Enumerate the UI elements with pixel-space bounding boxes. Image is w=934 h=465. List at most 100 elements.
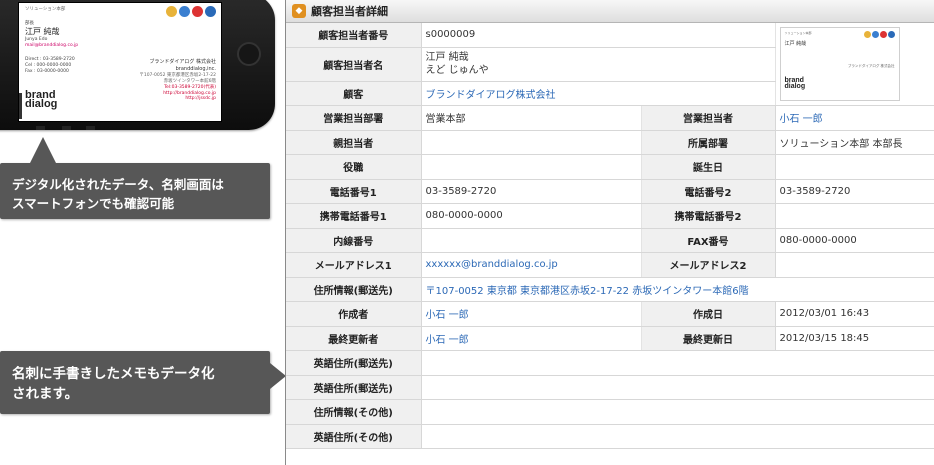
card-contact: Direct : 03-3589-2720 Cel : 000-0000-000… — [25, 57, 75, 75]
card-direct: Direct : 03-3589-2720 — [25, 57, 75, 62]
field-value — [421, 154, 642, 180]
table-row: 最終更新者 小石 一郎 最終更新日 2012/03/15 18:45 — [286, 326, 934, 351]
field-label: 顧客担当者番号 — [286, 23, 422, 48]
callout-memo-line: 名刺に手書きしたメモもデータ化 — [12, 366, 215, 382]
card-logos — [166, 6, 216, 17]
table-row: 内線番号 FAX番号 080-0000-0000 — [286, 228, 934, 253]
field-label: FAX番号 — [641, 228, 776, 253]
thumb-logos — [863, 31, 895, 38]
table-row: 顧客担当者番号 s0000009 ソリューション本部 江戸 純哉 ブランドダイア… — [286, 23, 934, 106]
smartphone: ソリューション本部 部長 江戸 純哉 Junya Edo mail@brandd… — [0, 0, 275, 130]
thumb-name: 江戸 純哉 — [784, 41, 807, 47]
field-value — [421, 130, 642, 155]
field-label: メールアドレス2 — [641, 252, 776, 278]
card-strip — [19, 93, 22, 119]
table-row: 作成者 小石 一郎 作成日 2012/03/01 16:43 — [286, 301, 934, 327]
field-value: 080-0000-0000 — [421, 203, 642, 229]
field-value — [421, 399, 934, 425]
contact-name: 江戸 純哉 — [425, 52, 469, 63]
certification-logo-icon — [863, 31, 871, 38]
field-label: 役職 — [286, 154, 422, 180]
field-label: 最終更新日 — [641, 326, 776, 351]
panel-header: ◆ 顧客担当者詳細 — [286, 0, 934, 23]
field-value — [421, 375, 934, 400]
certification-logo-icon — [871, 31, 879, 38]
certification-logo-icon — [179, 6, 190, 17]
field-label: 作成日 — [641, 301, 776, 327]
field-value: 2012/03/15 18:45 — [775, 326, 934, 351]
card-name-ja: 江戸 純哉 — [25, 27, 60, 36]
table-row: 住所情報(その他) — [286, 399, 934, 425]
table-row: 営業担当部署 営業本部 営業担当者 小石 一郎 — [286, 105, 934, 131]
panel-title: 顧客担当者詳細 — [311, 5, 388, 18]
callout-digital: デジタル化されたデータ、名刺画面は スマートフォンでも確認可能 — [0, 137, 270, 219]
updater-link[interactable]: 小石 一郎 — [421, 326, 642, 351]
field-label: 親担当者 — [286, 130, 422, 155]
customer-link[interactable]: ブランドダイアログ株式会社 — [421, 81, 776, 106]
table-row: 電話番号1 03-3589-2720 電話番号2 03-3589-2720 — [286, 179, 934, 204]
card-fax: Fax : 03-0000-0000 — [25, 68, 69, 74]
field-value — [775, 203, 934, 229]
contact-name-kana: えど じゅんや — [425, 65, 489, 76]
callout-digital-line: デジタル化されたデータ、名刺画面は — [12, 177, 224, 192]
field-value: 03-3589-2720 — [421, 179, 642, 204]
field-label: メールアドレス1 — [286, 252, 422, 278]
detail-table: 顧客担当者番号 s0000009 ソリューション本部 江戸 純哉 ブランドダイア… — [286, 23, 934, 449]
table-row: 英語住所(郵送先) — [286, 375, 934, 400]
brand-logo-line: dialog — [25, 98, 58, 110]
certification-logo-icon — [205, 6, 216, 17]
field-label: 所属部署 — [641, 130, 776, 155]
field-label: 英語住所(その他) — [286, 424, 422, 449]
phone-tick — [86, 126, 95, 130]
contact-detail-panel: ◆ 顧客担当者詳細 顧客担当者番号 s0000009 ソリューション本部 江戸 … — [285, 0, 934, 465]
field-value — [775, 154, 934, 180]
callout-digital-line: スマートフォンでも確認可能 — [12, 196, 175, 211]
field-value: 営業本部 — [421, 105, 642, 131]
field-value — [775, 252, 934, 278]
certification-logo-icon — [166, 6, 177, 17]
field-label: 誕生日 — [641, 154, 776, 180]
field-label: 最終更新者 — [286, 326, 422, 351]
field-value: s0000009 — [421, 23, 776, 48]
home-button-icon — [237, 42, 261, 66]
creator-link[interactable]: 小石 一郎 — [421, 301, 642, 327]
certification-logo-icon — [879, 31, 887, 38]
field-label: 住所情報(郵送先) — [286, 277, 422, 302]
certification-logo-icon — [192, 6, 203, 17]
card-thumbnail[interactable]: ソリューション本部 江戸 純哉 ブランドダイアログ 株式会社 brand dia… — [779, 27, 900, 101]
table-row: 親担当者 所属部署 ソリューション本部 本部長 — [286, 130, 934, 155]
field-value: 03-3589-2720 — [775, 179, 934, 204]
thumb-company: ブランドダイアログ 株式会社 — [847, 64, 895, 68]
card-department: ソリューション本部 — [25, 7, 66, 12]
field-value: 江戸 純哉 えど じゅんや — [421, 47, 776, 82]
email-link[interactable]: xxxxxx@branddialog.co.jp — [421, 252, 642, 278]
card-thumbnail-cell: ソリューション本部 江戸 純哉 ブランドダイアログ 株式会社 brand dia… — [775, 23, 934, 106]
table-row: 英語住所(その他) — [286, 424, 934, 449]
table-row: メールアドレス1 xxxxxx@branddialog.co.jp メールアドレ… — [286, 252, 934, 278]
field-label: 顧客 — [286, 81, 422, 106]
card-company-ja: ブランドダイアログ 株式会社 — [149, 59, 216, 65]
field-label: 営業担当者 — [641, 105, 776, 131]
sales-rep-link[interactable]: 小石 一郎 — [775, 105, 934, 131]
certification-logo-icon — [887, 31, 895, 38]
callout-memo-line: されます。 — [12, 386, 79, 402]
field-value — [421, 228, 642, 253]
card-company: ブランドダイアログ 株式会社 branddialog,inc. — [149, 59, 216, 72]
field-label: 電話番号1 — [286, 179, 422, 204]
card-email: mail@branddialog.co.jp — [25, 43, 79, 48]
business-card: ソリューション本部 部長 江戸 純哉 Junya Edo mail@brandd… — [19, 3, 221, 121]
field-label: 住所情報(その他) — [286, 399, 422, 425]
field-label: 英語住所(郵送先) — [286, 375, 422, 400]
card-cel: Cel : 000-0000-0000 — [25, 62, 72, 68]
address-link[interactable]: 〒107-0052 東京都 東京都港区赤坂2-17-22 赤坂ツインタワー本館6… — [421, 277, 934, 302]
business-card-screen: ソリューション本部 部長 江戸 純哉 Junya Edo mail@brandd… — [18, 2, 222, 122]
card-address-line: 〒107-0052 東京都港区赤坂2-17-22 — [139, 73, 216, 78]
field-value: 080-0000-0000 — [775, 228, 934, 253]
field-label: 携帯電話番号1 — [286, 203, 422, 229]
field-value: 2012/03/01 16:43 — [775, 301, 934, 327]
card-company-en: branddialog,inc. — [175, 65, 216, 72]
contact-card-icon: ◆ — [292, 4, 306, 18]
thumb-brand-line: dialog — [784, 83, 806, 90]
field-value: ソリューション本部 本部長 — [775, 130, 934, 155]
card-title: 部長 — [25, 21, 34, 26]
